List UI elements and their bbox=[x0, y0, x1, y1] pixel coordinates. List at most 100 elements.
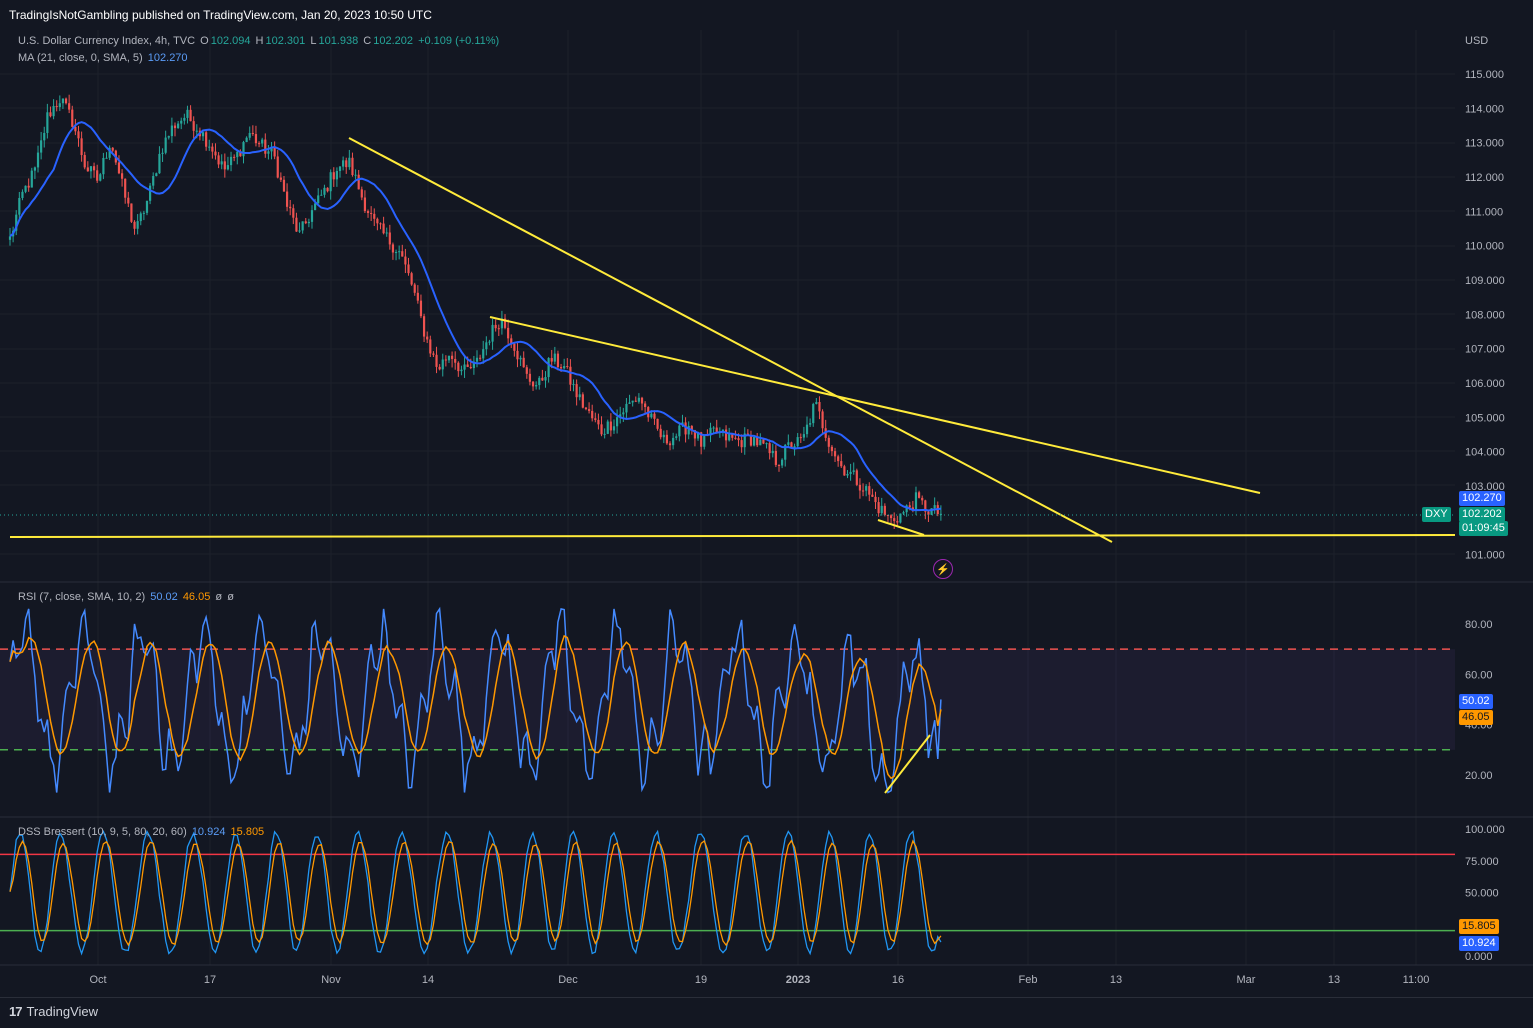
candle-body bbox=[21, 191, 24, 198]
dss-signal-tag: 15.805 bbox=[1459, 919, 1499, 934]
time-axis-label: Dec bbox=[558, 974, 578, 986]
candle-body bbox=[665, 434, 669, 444]
candle-body bbox=[469, 366, 472, 369]
tradingview-brand[interactable]: 17 TradingView bbox=[9, 1004, 98, 1019]
candle-body bbox=[180, 120, 183, 124]
candle-body bbox=[525, 367, 528, 374]
candle-body bbox=[606, 421, 609, 434]
candle-body bbox=[513, 343, 516, 351]
candle-body bbox=[855, 470, 858, 485]
dss-legend-label[interactable]: DSS Bressert (10, 9, 5, 80, 20, 60) bbox=[18, 826, 187, 838]
candle-body bbox=[64, 98, 68, 104]
candle-body bbox=[366, 211, 370, 214]
candle-body bbox=[460, 369, 463, 372]
candle-body bbox=[86, 167, 89, 172]
candle-body bbox=[332, 172, 335, 180]
candle-body bbox=[338, 166, 342, 171]
candle-body bbox=[466, 364, 469, 367]
candle-body bbox=[394, 252, 398, 254]
main-legend: U.S. Dollar Currency Index, 4h, TVC O 102… bbox=[18, 35, 501, 47]
candle-body bbox=[846, 473, 849, 476]
dss-legend: DSS Bressert (10, 9, 5, 80, 20, 60) 10.9… bbox=[18, 826, 266, 838]
candle-body bbox=[703, 435, 706, 447]
candle-body bbox=[251, 132, 254, 135]
candle-body bbox=[401, 251, 404, 257]
candle-body bbox=[248, 132, 251, 138]
candle-body bbox=[672, 437, 675, 446]
candle-body bbox=[18, 197, 21, 215]
price-axis-label: 104.000 bbox=[1465, 447, 1505, 459]
time-axis-label: 17 bbox=[204, 974, 216, 986]
candle-body bbox=[342, 160, 345, 167]
rsi-legend-label[interactable]: RSI (7, close, SMA, 10, 2) bbox=[18, 591, 145, 603]
candle-body bbox=[58, 103, 61, 108]
candle-body bbox=[830, 446, 834, 452]
candle-body bbox=[868, 486, 871, 495]
dss-signal-legend-value: 15.805 bbox=[230, 826, 265, 838]
rsi-legend-extra1: ø bbox=[215, 591, 223, 603]
candle-body bbox=[92, 166, 96, 171]
candle-body bbox=[419, 300, 423, 317]
symbol-label[interactable]: U.S. Dollar Currency Index, 4h, TVC bbox=[18, 35, 195, 47]
candle-body bbox=[298, 230, 301, 232]
candle-body bbox=[559, 367, 563, 369]
candle-body bbox=[450, 355, 454, 359]
candle-body bbox=[416, 292, 419, 301]
candle-body bbox=[454, 358, 457, 363]
candle-body bbox=[360, 189, 363, 198]
candle-body bbox=[264, 139, 267, 154]
time-axis-label: Oct bbox=[89, 974, 106, 986]
price-axis-label: 111.000 bbox=[1465, 206, 1503, 218]
candle-body bbox=[136, 221, 139, 229]
candle-body bbox=[597, 419, 600, 425]
candle-body bbox=[796, 437, 799, 447]
symbol-tag: DXY bbox=[1422, 507, 1451, 522]
candle-body bbox=[301, 221, 304, 231]
rsi-axis-label: 60.00 bbox=[1465, 669, 1493, 681]
candle-body bbox=[877, 502, 880, 514]
candle-body bbox=[535, 385, 538, 387]
rsi-legend-value: 50.02 bbox=[150, 591, 178, 603]
candle-body bbox=[105, 157, 108, 159]
candle-body bbox=[482, 349, 485, 359]
candle-body bbox=[43, 132, 46, 141]
candle-body bbox=[226, 165, 230, 170]
candle-body bbox=[650, 413, 653, 418]
price-axis-label: 112.000 bbox=[1465, 172, 1504, 184]
candle-body bbox=[345, 160, 348, 168]
moving-average-line bbox=[9, 121, 942, 512]
candle-body bbox=[880, 505, 883, 514]
candle-body bbox=[71, 109, 74, 127]
candle-body bbox=[273, 147, 276, 157]
candle-body bbox=[55, 105, 58, 108]
lightning-icon[interactable]: ⚡ bbox=[933, 559, 953, 579]
high-value: 102.301 bbox=[265, 35, 306, 47]
candle-body bbox=[765, 443, 768, 445]
candle-body bbox=[821, 411, 824, 429]
dss-pane bbox=[0, 829, 1455, 956]
candle-body bbox=[348, 157, 351, 168]
dss-axis-label: 0.000 bbox=[1465, 951, 1493, 963]
candle-body bbox=[80, 138, 83, 156]
candle-body bbox=[609, 421, 612, 431]
candle-body bbox=[145, 200, 149, 213]
candle-body bbox=[494, 324, 497, 329]
time-axis-label: 14 bbox=[422, 974, 434, 986]
time-axis-label: 13 bbox=[1110, 974, 1122, 986]
candle-body bbox=[49, 112, 52, 117]
price-candles bbox=[8, 94, 942, 529]
chart-canvas[interactable]: 115.000 114.000 113.000 112.000 111.000 110.0… bbox=[0, 0, 1533, 997]
candle-body bbox=[267, 151, 270, 154]
candle-body bbox=[528, 373, 532, 382]
candle-body bbox=[522, 357, 525, 368]
candle-body bbox=[759, 439, 762, 446]
candle-body bbox=[373, 213, 376, 219]
candle-body bbox=[728, 434, 731, 441]
candle-body bbox=[591, 410, 594, 419]
candle-body bbox=[52, 105, 55, 117]
candle-body bbox=[68, 103, 71, 110]
candle-body bbox=[774, 450, 777, 465]
ma-legend-label[interactable]: MA (21, close, 0, SMA, 5) bbox=[18, 52, 143, 64]
trendlines bbox=[0, 137, 1456, 543]
close-label: C bbox=[363, 35, 372, 47]
